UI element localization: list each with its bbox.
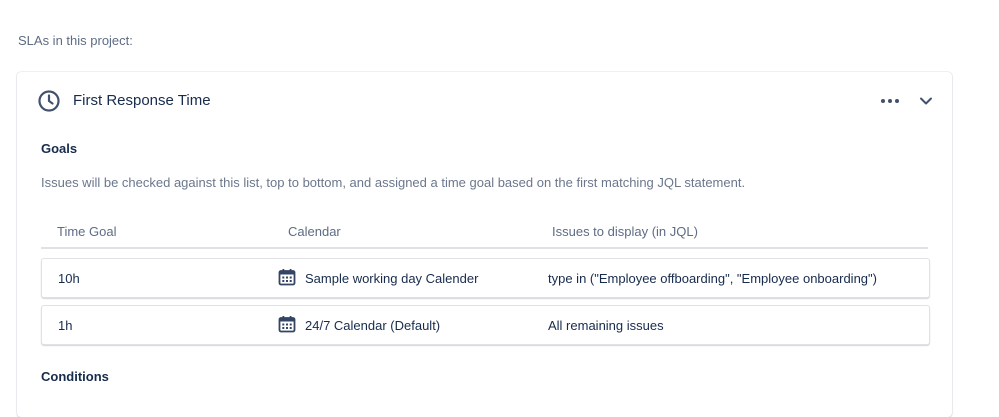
calendar-icon [278,316,296,333]
goals-description: Issues will be checked against this list… [41,175,746,190]
goal-time: 10h [58,271,80,286]
calendar-icon [278,269,296,286]
clock-icon [38,90,60,112]
more-actions-button[interactable] [878,90,902,112]
column-header-time-goal: Time Goal [57,224,117,239]
goals-heading: Goals [41,141,78,156]
goal-time: 1h [58,318,73,333]
conditions-heading: Conditions [41,369,109,384]
goal-jql: All remaining issues [548,318,664,333]
column-header-calendar: Calendar [288,224,341,239]
sla-card-header[interactable]: First Response Time [17,72,952,130]
sla-card-first-response-time: First Response Time Goals Issues will be… [17,72,952,417]
sla-title: First Response Time [73,92,211,109]
column-header-jql: Issues to display (in JQL) [552,224,698,239]
sla-list-intro: SLAs in this project: [18,33,133,48]
goal-jql: type in ("Employee offboarding", "Employ… [548,271,877,286]
more-horizontal-icon [881,99,885,103]
goal-calendar: 24/7 Calendar (Default) [305,318,441,333]
goal-row[interactable]: 1h 24/7 Calendar (Default) All remaining… [41,305,930,345]
goal-row[interactable]: 10h Sample working day Calender type in … [41,258,930,298]
chevron-down-icon[interactable] [914,90,938,112]
goals-table-header: Time Goal Calendar Issues to display (in… [41,217,928,249]
goal-calendar: Sample working day Calender [305,271,479,286]
